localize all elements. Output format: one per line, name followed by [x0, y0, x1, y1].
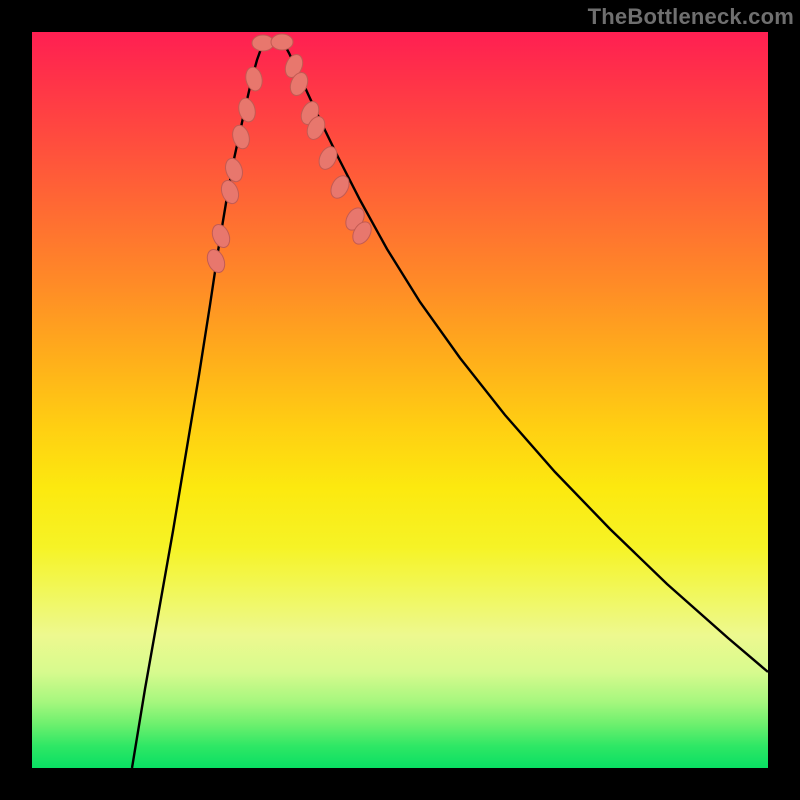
- bead-left-2: [218, 178, 241, 206]
- bead-left-4: [230, 123, 252, 150]
- bead-left-5: [236, 96, 257, 123]
- bead-left-0: [204, 247, 228, 275]
- beads-group: [204, 34, 375, 275]
- bead-right-4: [316, 144, 341, 173]
- curve-group: [132, 40, 768, 768]
- plot-area: [32, 32, 768, 768]
- bead-left-3: [223, 156, 246, 184]
- bead-bottom-1: [271, 34, 293, 50]
- bead-left-6: [244, 66, 265, 93]
- left-curve: [132, 46, 262, 768]
- chart-frame: TheBottleneck.com: [0, 0, 800, 800]
- chart-svg: [32, 32, 768, 768]
- watermark-text: TheBottleneck.com: [588, 4, 794, 30]
- bead-left-1: [209, 222, 233, 250]
- right-curve: [282, 40, 768, 672]
